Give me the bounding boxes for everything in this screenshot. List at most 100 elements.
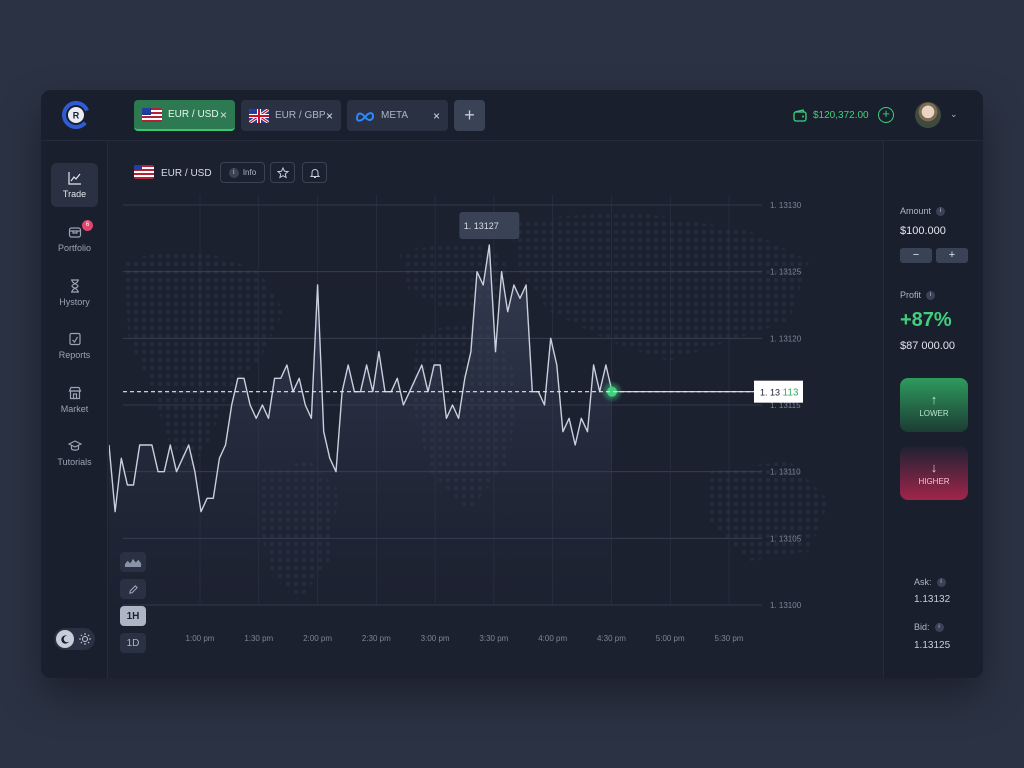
higher-button[interactable]: ↓ HIGHER bbox=[900, 446, 968, 500]
higher-label: HIGHER bbox=[918, 477, 950, 486]
sidebar-item-label: Tutorials bbox=[57, 457, 92, 467]
bell-icon bbox=[309, 168, 320, 178]
x-tick-label: 5:30 pm bbox=[715, 634, 744, 643]
tab-label: META bbox=[381, 110, 409, 121]
pair-title: EUR / USD bbox=[161, 168, 212, 179]
chart-line-icon bbox=[67, 172, 81, 185]
meta-logo-icon bbox=[355, 111, 375, 122]
sidebar-item-label: Trade bbox=[62, 189, 87, 199]
eu-gb-flag-icon bbox=[249, 108, 269, 123]
arrow-up-icon: ↑ bbox=[930, 392, 938, 407]
info-button[interactable]: i Info bbox=[220, 162, 265, 183]
brand-logo[interactable]: R bbox=[61, 100, 91, 130]
notification-badge: 6 bbox=[82, 220, 93, 231]
report-icon bbox=[68, 332, 81, 346]
favorite-button[interactable] bbox=[270, 162, 295, 183]
graduation-cap-icon bbox=[67, 440, 82, 451]
area-chart-tool[interactable] bbox=[120, 552, 146, 572]
sidebar-item-tutorials[interactable]: Tutorials bbox=[51, 431, 98, 475]
info-icon: i bbox=[228, 167, 239, 178]
bid-label: Bid: i bbox=[914, 622, 944, 633]
alert-button[interactable] bbox=[302, 162, 327, 183]
avatar[interactable] bbox=[915, 102, 941, 128]
y-tick-label: 1. 13120 bbox=[770, 334, 802, 343]
lower-button[interactable]: ↑ LOWER bbox=[900, 378, 968, 432]
amount-value[interactable]: $100.000 bbox=[900, 225, 946, 237]
peak-value: 1. 13127 bbox=[464, 221, 499, 231]
deposit-button[interactable]: + bbox=[878, 107, 894, 123]
wallet-icon[interactable] bbox=[793, 109, 807, 122]
timeframe-1h[interactable]: 1H bbox=[120, 606, 146, 626]
current-price-suffix: 113 bbox=[783, 388, 799, 399]
amount-increase-button[interactable]: + bbox=[936, 248, 968, 263]
chevron-down-icon[interactable]: ⌄ bbox=[950, 109, 958, 119]
tab-close-icon[interactable]: × bbox=[220, 108, 227, 122]
y-tick-label: 1. 13130 bbox=[770, 201, 802, 210]
app-window: R EUR / USD × EUR / GBP × META × + $120,… bbox=[41, 90, 983, 678]
eu-us-flag-icon bbox=[142, 107, 162, 122]
current-price-tag: 1. 13 113 bbox=[754, 380, 803, 403]
y-tick-label: 1. 13100 bbox=[770, 601, 802, 610]
timeframe-1d[interactable]: 1D bbox=[120, 633, 146, 653]
x-axis: 1:00 pm 1:30 pm 2:00 pm 2:30 pm 3:00 pm 3:30 … bbox=[186, 634, 744, 643]
portfolio-icon bbox=[68, 227, 81, 238]
sidebar-item-label: Reports bbox=[58, 350, 91, 360]
x-tick-label: 5:00 pm bbox=[656, 634, 685, 643]
trade-panel: Amount i $100.000 − + Profit i +87% $87 00… bbox=[883, 141, 983, 678]
account-balance: $120,372.00 bbox=[813, 110, 869, 121]
sidebar-item-market[interactable]: Market bbox=[51, 378, 98, 422]
sidebar-item-history[interactable]: Hystory bbox=[51, 271, 98, 315]
chart-area: 1. 13130 1. 13125 1. 13120 1. 13115 1. 13110… bbox=[109, 141, 882, 678]
store-icon bbox=[68, 386, 81, 400]
theme-toggle[interactable] bbox=[54, 628, 95, 650]
profit-label: Profit i bbox=[900, 290, 936, 301]
y-tick-label: 1. 13110 bbox=[770, 468, 801, 477]
add-tab-button[interactable]: + bbox=[454, 100, 485, 131]
current-price-value: 1. 13 113 bbox=[760, 388, 799, 399]
sidebar-item-reports[interactable]: Reports bbox=[51, 324, 98, 368]
info-icon: i bbox=[926, 291, 936, 301]
sidebar-item-trade[interactable]: Trade bbox=[51, 163, 98, 207]
bid-value: 1.13125 bbox=[914, 640, 951, 651]
ask-label: Ask: i bbox=[914, 577, 946, 588]
tab-meta[interactable]: META × bbox=[347, 100, 448, 131]
sidebar-item-label: Portfolio bbox=[57, 243, 92, 253]
area-chart-icon bbox=[124, 558, 142, 567]
price-chart[interactable]: 1. 131301. 131251. 131201. 131151. 13110… bbox=[109, 141, 882, 678]
info-icon: i bbox=[936, 578, 946, 588]
moon-icon bbox=[56, 630, 74, 648]
x-tick-label: 4:00 pm bbox=[538, 634, 567, 643]
x-tick-label: 3:30 pm bbox=[479, 634, 508, 643]
info-label: Info bbox=[242, 168, 257, 177]
info-icon: i bbox=[934, 623, 944, 633]
pencil-icon bbox=[128, 584, 138, 594]
top-bar: R EUR / USD × EUR / GBP × META × + $120,… bbox=[41, 90, 983, 141]
sidebar: Trade Portfolio 6 Hystory Reports Market… bbox=[41, 141, 108, 678]
sidebar-item-label: Market bbox=[60, 404, 89, 414]
x-tick-label: 1:00 pm bbox=[186, 634, 215, 643]
sidebar-item-label: Hystory bbox=[59, 297, 90, 307]
tab-close-icon[interactable]: × bbox=[433, 109, 440, 123]
lower-label: LOWER bbox=[919, 409, 949, 418]
ask-value: 1.13132 bbox=[914, 594, 951, 605]
sun-icon bbox=[79, 633, 91, 645]
amount-label: Amount i bbox=[900, 206, 946, 217]
amount-decrease-button[interactable]: − bbox=[900, 248, 932, 263]
tab-label: EUR / GBP bbox=[275, 110, 326, 121]
tab-eur-usd[interactable]: EUR / USD × bbox=[134, 100, 235, 131]
arrow-down-icon: ↓ bbox=[930, 460, 938, 475]
profit-amount: $87 000.00 bbox=[900, 340, 956, 352]
x-tick-label: 2:00 pm bbox=[303, 634, 332, 643]
x-tick-label: 1:30 pm bbox=[244, 634, 273, 643]
tab-eur-gbp[interactable]: EUR / GBP × bbox=[241, 100, 341, 131]
y-tick-label: 1. 13125 bbox=[770, 268, 802, 277]
x-tick-label: 3:00 pm bbox=[421, 634, 450, 643]
y-tick-label: 1. 13105 bbox=[770, 534, 802, 543]
info-icon: i bbox=[936, 207, 946, 217]
star-icon bbox=[276, 166, 289, 179]
sidebar-item-portfolio[interactable]: Portfolio 6 bbox=[51, 217, 98, 261]
draw-tool[interactable] bbox=[120, 579, 146, 599]
tab-label: EUR / USD bbox=[168, 109, 219, 120]
hourglass-icon bbox=[70, 279, 79, 293]
tab-close-icon[interactable]: × bbox=[326, 109, 333, 123]
